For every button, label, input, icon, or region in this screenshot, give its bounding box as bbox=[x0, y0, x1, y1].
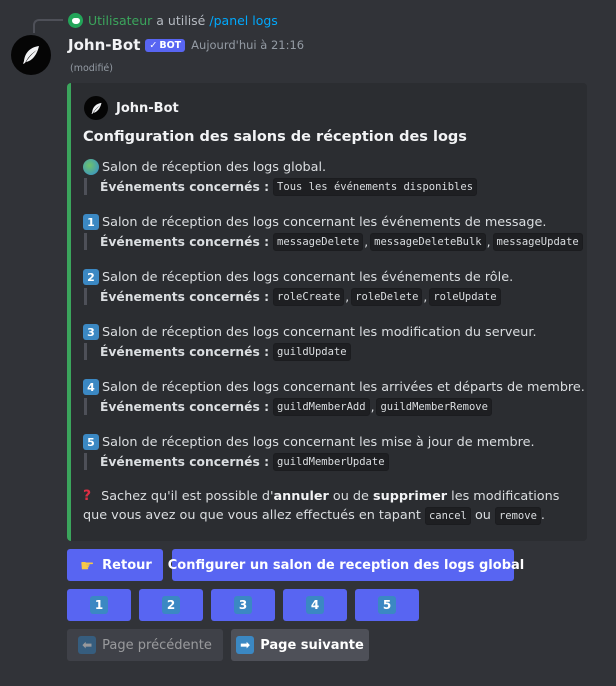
event-code: messageDelete bbox=[273, 232, 364, 251]
previous-page-button[interactable]: ⬅ Page précédente bbox=[67, 629, 223, 661]
reply-text: a utilisé bbox=[156, 13, 206, 28]
note-text: ou bbox=[470, 508, 495, 523]
keycap-3-icon: 3 bbox=[83, 324, 99, 340]
channel-1-button[interactable]: 1 bbox=[67, 589, 131, 621]
arrow-left-icon: ⬅ bbox=[78, 636, 97, 654]
events-label: Événements concernés : bbox=[100, 234, 270, 249]
bot-badge-label: BOT bbox=[159, 39, 182, 51]
edited-label: (modifié) bbox=[70, 63, 113, 74]
event-code: messageUpdate bbox=[492, 232, 583, 251]
events-label: Événements concernés : bbox=[100, 344, 270, 359]
keycap-5-icon: 5 bbox=[378, 596, 396, 614]
channel-2-button[interactable]: 2 bbox=[139, 589, 203, 621]
keycap-2-icon: 2 bbox=[83, 269, 99, 285]
previous-page-label: Page précédente bbox=[102, 637, 212, 653]
event-code: messageDeleteBulk bbox=[370, 232, 486, 251]
log-section-4: 4 Salon de réception des logs concernant… bbox=[83, 378, 585, 416]
event-code: roleCreate bbox=[273, 287, 345, 306]
pointing-hand-icon: ☛ bbox=[80, 555, 95, 575]
section-text: Salon de réception des logs global. bbox=[102, 159, 327, 175]
bot-avatar[interactable] bbox=[11, 35, 51, 75]
event-code: roleDelete bbox=[351, 287, 423, 306]
keycap-1-icon: 1 bbox=[90, 596, 108, 614]
globe-icon bbox=[83, 159, 99, 175]
note-bold-cancel: annuler bbox=[273, 489, 329, 504]
message-header: John-Bot ✓ BOT Aujourd'hui à 21:16 bbox=[68, 36, 304, 54]
events-label: Événements concernés : bbox=[100, 454, 270, 469]
code-remove: remove bbox=[494, 507, 541, 525]
section-text: Salon de réception des logs concernant l… bbox=[102, 324, 537, 340]
events-label: Événements concernés : bbox=[100, 179, 270, 194]
channel-4-button[interactable]: 4 bbox=[283, 589, 347, 621]
note-bold-remove: supprimer bbox=[373, 489, 448, 504]
back-button[interactable]: ☛ Retour bbox=[67, 549, 163, 581]
next-page-button[interactable]: ➡ Page suivante bbox=[231, 629, 369, 661]
code-cancel: cancel bbox=[424, 507, 471, 525]
embed-author: John-Bot bbox=[84, 96, 179, 120]
next-page-label: Page suivante bbox=[260, 637, 364, 653]
keycap-1-icon: 1 bbox=[83, 214, 99, 230]
event-code: guildMemberRemove bbox=[376, 397, 492, 416]
command-reply: Utilisateur a utilisé /panel logs bbox=[68, 13, 278, 28]
feather-icon bbox=[23, 46, 39, 64]
embed-author-name: John-Bot bbox=[116, 100, 179, 116]
event-code: guildMemberAdd bbox=[273, 397, 370, 416]
note-text: Sachez qu'il est possible d' bbox=[101, 489, 274, 504]
reply-command[interactable]: /panel logs bbox=[209, 13, 277, 28]
event-code: guildUpdate bbox=[273, 342, 351, 361]
discord-icon bbox=[68, 13, 83, 28]
arrow-right-icon: ➡ bbox=[236, 636, 255, 654]
event-code: Tous les événements disponibles bbox=[273, 177, 478, 196]
events-label: Événements concernés : bbox=[100, 289, 270, 304]
keycap-5-icon: 5 bbox=[83, 434, 99, 450]
embed-author-avatar bbox=[84, 96, 108, 120]
feather-icon bbox=[91, 102, 101, 114]
events-label: Événements concernés : bbox=[100, 399, 270, 414]
section-text: Salon de réception des logs concernant l… bbox=[102, 214, 547, 230]
event-code: roleUpdate bbox=[429, 287, 501, 306]
note-text: ou de bbox=[328, 489, 373, 504]
event-code: guildMemberUpdate bbox=[273, 452, 389, 471]
section-text: Salon de réception des logs concernant l… bbox=[102, 379, 585, 395]
section-text: Salon de réception des logs concernant l… bbox=[102, 269, 514, 285]
keycap-4-icon: 4 bbox=[83, 379, 99, 395]
channel-3-button[interactable]: 3 bbox=[211, 589, 275, 621]
log-section-5: 5 Salon de réception des logs concernant… bbox=[83, 433, 535, 471]
embed-note: ? Sachez qu'il est possible d'annuler ou… bbox=[83, 487, 573, 526]
configure-global-label: Configurer un salon de reception des log… bbox=[167, 557, 525, 573]
author-name[interactable]: John-Bot bbox=[68, 36, 140, 54]
check-icon: ✓ bbox=[149, 39, 158, 51]
keycap-4-icon: 4 bbox=[306, 596, 324, 614]
timestamp: Aujourd'hui à 21:16 bbox=[191, 38, 305, 52]
reply-user[interactable]: Utilisateur bbox=[88, 13, 152, 28]
log-section-1: 1 Salon de réception des logs concernant… bbox=[83, 213, 583, 251]
log-section-3: 3 Salon de réception des logs concernant… bbox=[83, 323, 537, 361]
configure-global-button[interactable]: Configurer un salon de reception des log… bbox=[168, 549, 524, 581]
embed-title: Configuration des salons de réception de… bbox=[83, 129, 467, 145]
embed: John-Bot Configuration des salons de réc… bbox=[67, 83, 587, 541]
bot-badge: ✓ BOT bbox=[145, 38, 186, 52]
back-button-label: Retour bbox=[102, 557, 152, 573]
log-section-2: 2 Salon de réception des logs concernant… bbox=[83, 268, 514, 306]
keycap-3-icon: 3 bbox=[234, 596, 252, 614]
reply-connector bbox=[33, 19, 63, 33]
channel-5-button[interactable]: 5 bbox=[355, 589, 419, 621]
log-section-global: Salon de réception des logs global. Évén… bbox=[83, 158, 478, 196]
section-text: Salon de réception des logs concernant l… bbox=[102, 434, 535, 450]
note-text: . bbox=[540, 508, 545, 523]
keycap-2-icon: 2 bbox=[162, 596, 180, 614]
question-mark-icon: ? bbox=[83, 488, 92, 504]
